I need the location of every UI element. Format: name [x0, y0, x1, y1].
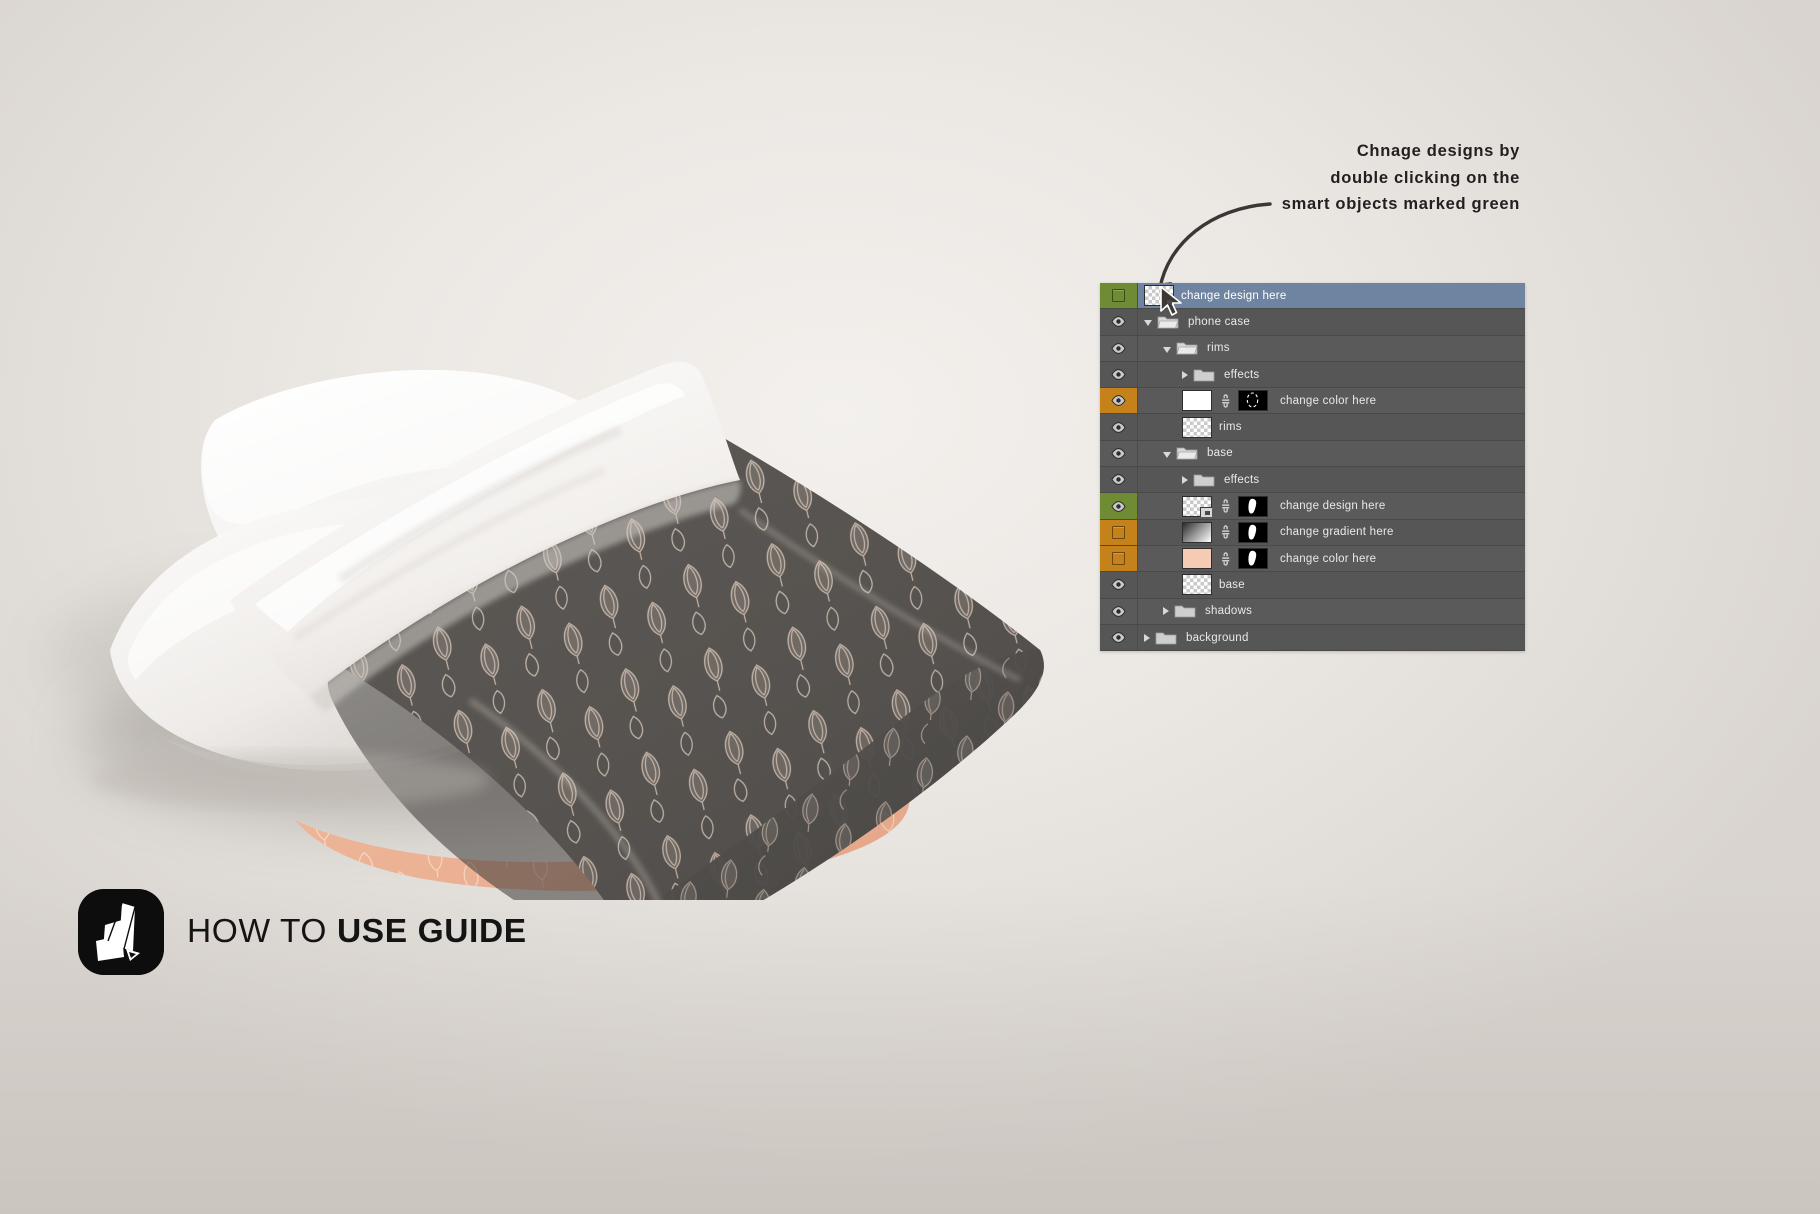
chevron-right-icon[interactable]: [1182, 475, 1188, 484]
layer-row[interactable]: background: [1100, 624, 1525, 652]
eye-icon: [1111, 342, 1126, 354]
layer-visibility-toggle[interactable]: [1100, 493, 1138, 519]
layer-mask-thumbnail[interactable]: [1238, 548, 1268, 570]
layer-name: rims: [1219, 421, 1242, 434]
layer-visibility-toggle[interactable]: [1100, 440, 1138, 467]
chevron-right-icon[interactable]: [1144, 633, 1150, 642]
layer-thumbnail[interactable]: [1182, 495, 1212, 517]
layer-visibility-toggle[interactable]: [1100, 624, 1138, 651]
layer-visibility-toggle[interactable]: [1100, 283, 1138, 309]
eye-icon: [1111, 500, 1126, 512]
layer-name: effects: [1224, 473, 1260, 486]
layer-visibility-toggle[interactable]: [1100, 572, 1138, 598]
layer-visibility-toggle[interactable]: [1100, 309, 1138, 335]
eye-off-icon: [1112, 525, 1125, 539]
layer-row[interactable]: change design here: [1100, 493, 1525, 520]
mockup-logo-icon: [78, 889, 164, 975]
layer-name: base: [1219, 578, 1245, 591]
layer-name: background: [1186, 631, 1249, 644]
photoshop-layers-panel[interactable]: change design here phone case rims effects c…: [1100, 283, 1525, 652]
link-icon[interactable]: [1219, 551, 1232, 567]
layer-name: phone case: [1188, 315, 1250, 328]
folder-icon: [1174, 603, 1196, 619]
layer-row[interactable]: change color here: [1100, 388, 1525, 415]
layer-thumbnail[interactable]: [1182, 416, 1212, 438]
layer-name: change color here: [1280, 394, 1377, 407]
layer-name: change design here: [1280, 500, 1386, 513]
layer-visibility-toggle[interactable]: [1100, 545, 1138, 572]
layer-visibility-toggle[interactable]: [1100, 414, 1138, 440]
layer-visibility-toggle[interactable]: [1100, 467, 1138, 493]
layer-row[interactable]: rims: [1100, 414, 1525, 441]
footer-branding: HOW TO USE GUIDE: [78, 889, 527, 975]
callout-line-1: Chnage designs by: [1356, 142, 1520, 160]
layer-thumbnail[interactable]: [1182, 548, 1212, 570]
layer-thumbnail[interactable]: [1182, 521, 1212, 543]
folder-icon: [1193, 472, 1215, 488]
layer-thumbnail[interactable]: [1182, 390, 1212, 412]
chevron-down-icon[interactable]: [1163, 451, 1171, 458]
chevron-right-icon[interactable]: [1182, 370, 1188, 379]
chevron-down-icon[interactable]: [1163, 346, 1171, 353]
eye-icon: [1111, 632, 1126, 643]
footer-title-bold: USE GUIDE: [337, 913, 527, 950]
layer-visibility-toggle[interactable]: [1100, 519, 1138, 545]
layer-row[interactable]: shadows: [1100, 598, 1525, 625]
footer-title: HOW TO USE GUIDE: [187, 913, 527, 951]
layer-row[interactable]: change color here: [1100, 545, 1525, 573]
layer-name: change gradient here: [1280, 526, 1394, 539]
layer-row[interactable]: base: [1100, 572, 1525, 599]
eye-icon: [1111, 369, 1126, 380]
layer-name: change design here: [1181, 289, 1287, 302]
layer-name: base: [1207, 447, 1233, 460]
eye-off-icon: [1112, 289, 1125, 303]
pillow-mockup-scene: [40, 180, 1120, 900]
folder-icon: [1193, 367, 1215, 383]
eye-icon: [1111, 448, 1126, 459]
chevron-down-icon[interactable]: [1144, 320, 1152, 327]
link-icon[interactable]: [1219, 524, 1232, 540]
layer-thumbnail[interactable]: [1182, 574, 1212, 596]
layer-mask-thumbnail[interactable]: [1238, 495, 1268, 517]
layer-mask-thumbnail[interactable]: [1238, 390, 1268, 412]
layer-row[interactable]: effects: [1100, 467, 1525, 494]
layer-name: shadows: [1205, 605, 1253, 618]
layer-row[interactable]: rims: [1100, 335, 1525, 362]
layer-visibility-toggle[interactable]: [1100, 361, 1138, 388]
layer-visibility-toggle[interactable]: [1100, 598, 1138, 624]
layer-name: change color here: [1280, 552, 1377, 565]
mouse-cursor-icon: [1160, 286, 1182, 316]
eye-off-icon: [1112, 552, 1125, 566]
eye-icon: [1111, 579, 1126, 591]
layer-mask-thumbnail[interactable]: [1238, 521, 1268, 543]
layer-visibility-toggle[interactable]: [1100, 335, 1138, 361]
white-pillow: [90, 361, 1044, 900]
layer-row[interactable]: effects: [1100, 361, 1525, 389]
layer-row[interactable]: base: [1100, 440, 1525, 468]
layer-visibility-toggle[interactable]: [1100, 388, 1138, 414]
folder-icon: [1155, 630, 1177, 646]
link-icon[interactable]: [1219, 498, 1232, 514]
footer-title-light: HOW TO: [187, 913, 337, 950]
layer-name: rims: [1207, 342, 1230, 355]
chevron-right-icon[interactable]: [1163, 607, 1169, 616]
eye-icon: [1111, 395, 1126, 407]
layer-row[interactable]: change gradient here: [1100, 519, 1525, 546]
eye-icon: [1111, 474, 1126, 486]
eye-icon: [1111, 316, 1126, 328]
callout-line-2: double clicking on the: [1330, 168, 1520, 187]
eye-icon: [1111, 605, 1126, 617]
link-icon[interactable]: [1219, 393, 1232, 409]
folder-icon: [1176, 340, 1198, 356]
folder-icon: [1176, 445, 1198, 461]
eye-icon: [1111, 421, 1126, 433]
layer-name: effects: [1224, 368, 1260, 381]
